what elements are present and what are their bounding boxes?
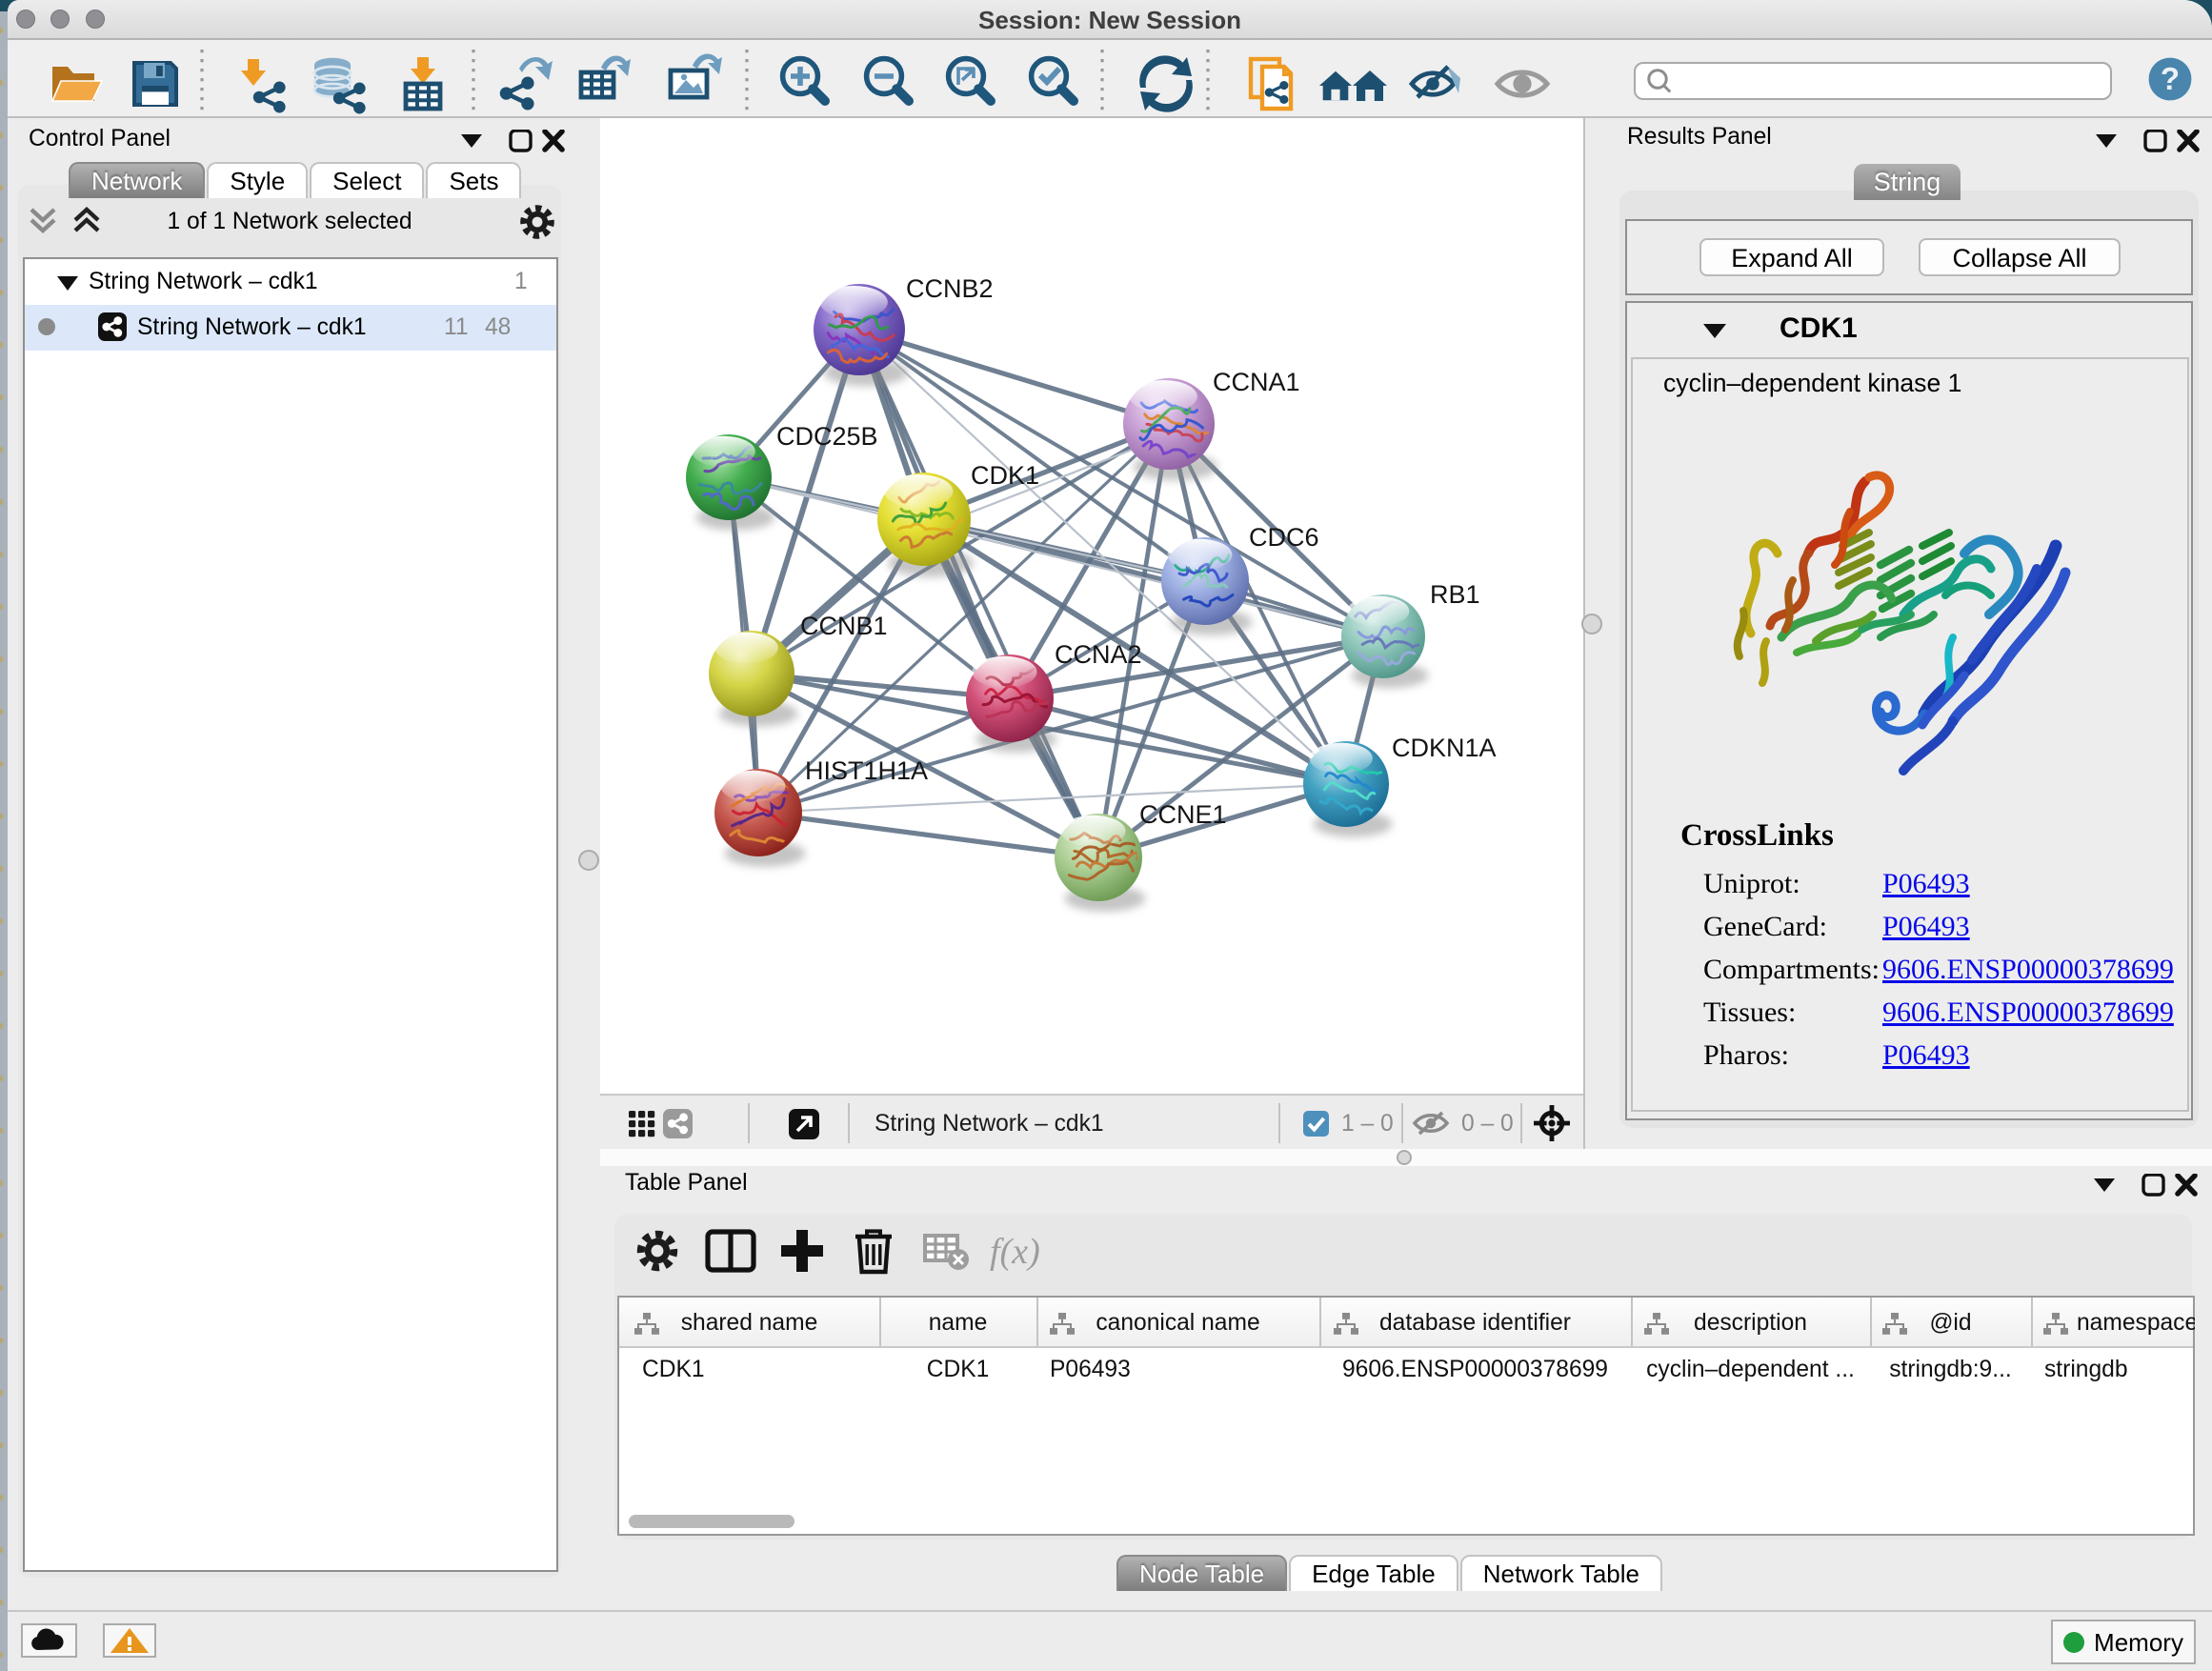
svg-text:CDC25B: CDC25B [776,422,878,451]
svg-text:?: ? [2161,61,2180,96]
svg-text:f(x): f(x) [990,1232,1040,1272]
svg-text:CCNA1: CCNA1 [1213,368,1300,396]
svg-text:CCNA2: CCNA2 [1055,640,1142,669]
svg-text:CDC6: CDC6 [1249,523,1319,552]
svg-text:CDK1: CDK1 [971,461,1039,490]
svg-text:CCNB1: CCNB1 [800,612,888,640]
svg-text:CDKN1A: CDKN1A [1392,734,1497,762]
svg-text:RB1: RB1 [1430,580,1480,609]
svg-text:String Network – cdk1: String Network – cdk1 [875,1111,1104,1137]
svg-text:CCNB2: CCNB2 [906,274,994,303]
svg-text:1 – 0: 1 – 0 [1341,1111,1394,1137]
svg-text:CCNE1: CCNE1 [1139,800,1227,829]
svg-text:HIST1H1A: HIST1H1A [805,756,928,785]
svg-text:0 – 0: 0 – 0 [1461,1111,1514,1137]
